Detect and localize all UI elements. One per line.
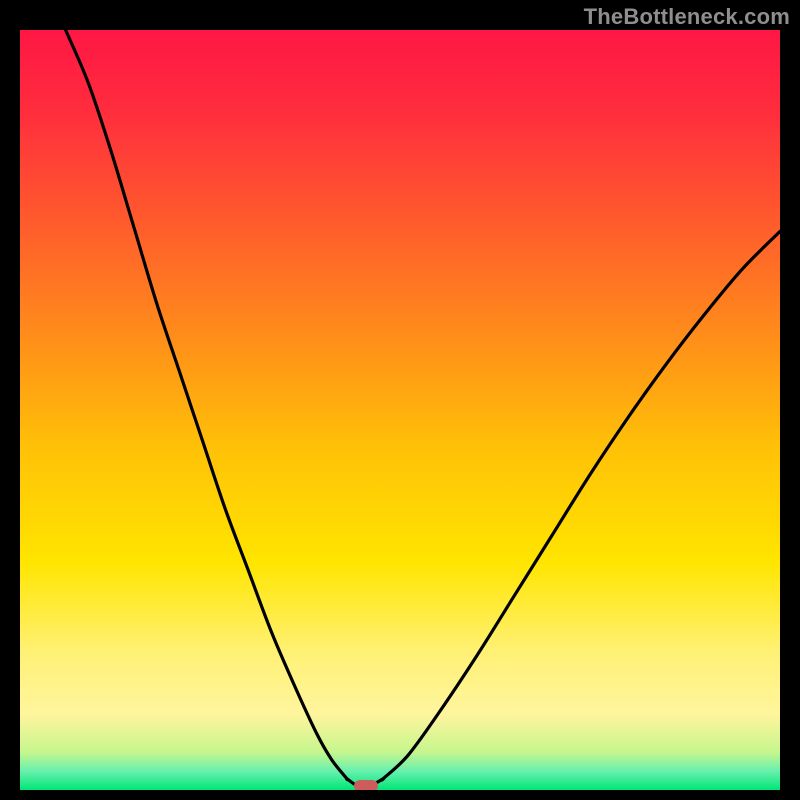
optimum-marker xyxy=(354,780,378,790)
watermark-text: TheBottleneck.com xyxy=(584,4,790,30)
bottleneck-curve xyxy=(20,30,780,790)
plot-area xyxy=(20,30,780,790)
chart-frame: TheBottleneck.com xyxy=(0,0,800,800)
